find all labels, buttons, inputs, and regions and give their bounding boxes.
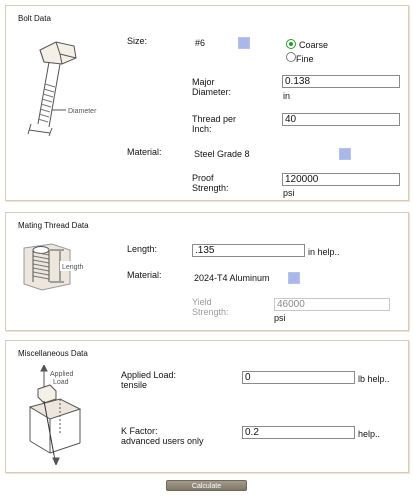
proof-strength-unit: psi xyxy=(283,188,295,198)
coarse-radio[interactable] xyxy=(286,39,296,49)
length-label: Length: xyxy=(127,244,158,254)
mating-thread-panel: Mating Thread Data Length Length: in hel… xyxy=(5,212,409,331)
bolt-material-label: Material: xyxy=(127,147,162,157)
applied-load-diagram-label-2: Load xyxy=(53,379,69,386)
applied-load-unit-help[interactable]: lb help.. xyxy=(358,374,390,384)
applied-load-input[interactable] xyxy=(242,371,355,384)
k-factor-label-2: advanced users only xyxy=(121,436,204,446)
k-factor-help[interactable]: help.. xyxy=(358,429,380,439)
proof-strength-label-1: Proof xyxy=(192,173,214,183)
yield-strength-unit: psi xyxy=(274,313,286,323)
proof-strength-label-2: Strength: xyxy=(192,183,229,193)
thread-per-inch-label-1: Thread per xyxy=(192,114,237,124)
thread-length-diagram-icon: Length xyxy=(23,243,84,291)
bolt-diagram-icon: Diameter xyxy=(27,41,97,137)
k-factor-input[interactable] xyxy=(242,426,355,439)
applied-load-label-2: tensile xyxy=(121,380,148,390)
mating-material-value: 2024-T4 Aluminum xyxy=(194,273,270,283)
bolt-material-dropdown-icon[interactable] xyxy=(339,148,351,160)
applied-load-diagram-label-1: Applied xyxy=(50,371,73,378)
misc-data-panel: Miscellaneous Data Applied Load Applied … xyxy=(5,340,409,473)
mating-thread-title: Mating Thread Data xyxy=(18,221,89,230)
bolt-data-title: Bolt Data xyxy=(18,14,51,23)
thread-per-inch-label-2: Inch: xyxy=(192,124,212,134)
size-label: Size: xyxy=(127,36,148,46)
mating-material-label: Material: xyxy=(127,270,162,280)
fine-radio[interactable] xyxy=(286,52,296,62)
fine-label: Fine xyxy=(296,54,314,64)
major-diameter-label-2: Diameter: xyxy=(192,87,232,97)
diameter-diagram-label: Diameter xyxy=(68,108,97,115)
k-factor-label-1: K Factor: xyxy=(121,426,158,436)
length-unit-help[interactable]: in help.. xyxy=(308,247,340,257)
calculate-button[interactable]: Calculate xyxy=(166,480,247,491)
size-dropdown-icon[interactable] xyxy=(238,37,250,49)
size-value: #6 xyxy=(195,38,206,48)
yield-strength-input xyxy=(274,298,390,311)
bolt-material-value: Steel Grade 8 xyxy=(194,149,250,159)
major-diameter-label-1: Major xyxy=(192,77,215,87)
misc-data-title: Miscellaneous Data xyxy=(18,349,88,358)
coarse-label: Coarse xyxy=(299,40,329,50)
major-diameter-input[interactable] xyxy=(282,75,400,88)
yield-strength-label-2: Strength: xyxy=(192,307,229,317)
applied-load-diagram-icon: Applied Load xyxy=(28,365,82,465)
length-input[interactable] xyxy=(192,244,305,257)
thread-per-inch-input[interactable] xyxy=(282,113,400,126)
bolt-data-panel: Bolt Data Diameter Size: #6 Coarse Fine … xyxy=(5,5,409,201)
proof-strength-input[interactable] xyxy=(282,173,400,186)
length-diagram-label: Length xyxy=(62,264,84,271)
yield-strength-label-1: Yield xyxy=(192,297,212,307)
mating-material-dropdown-icon[interactable] xyxy=(288,272,300,284)
applied-load-label-1: Applied Load: xyxy=(121,370,177,380)
major-diameter-unit: in xyxy=(283,91,291,101)
